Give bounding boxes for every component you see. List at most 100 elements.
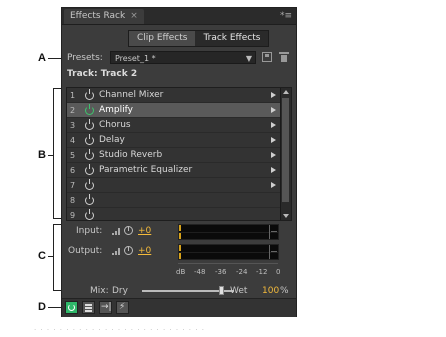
power-icon[interactable] bbox=[85, 119, 94, 130]
rack-slot-number: 4 bbox=[70, 136, 76, 145]
power-icon[interactable] bbox=[85, 104, 94, 115]
meter-divider bbox=[179, 232, 278, 233]
mix-unit: % bbox=[280, 286, 289, 296]
output-clip-indicator[interactable] bbox=[269, 245, 278, 259]
callout-d: D bbox=[38, 301, 46, 313]
track-effects-button[interactable]: Track Effects bbox=[195, 31, 269, 46]
input-gain-value[interactable]: +0 bbox=[138, 226, 151, 236]
power-icon bbox=[68, 304, 75, 311]
panel-menu-icon[interactable]: *≡ bbox=[280, 9, 292, 23]
scroll-thumb[interactable] bbox=[282, 98, 289, 202]
input-clip-indicator[interactable] bbox=[269, 225, 278, 239]
rack-slot-name: Chorus bbox=[99, 120, 131, 130]
callout-a-line bbox=[48, 58, 62, 59]
callout-b: B bbox=[38, 149, 46, 161]
rack-slot[interactable]: 3 Chorus bbox=[67, 118, 281, 133]
rack-slot-name: Parametric Equalizer bbox=[99, 165, 193, 175]
output-gain-value[interactable]: +0 bbox=[138, 246, 151, 256]
power-icon[interactable] bbox=[85, 134, 94, 145]
rack-slot[interactable]: 5 Studio Reverb bbox=[67, 148, 281, 163]
output-gain-knob[interactable] bbox=[124, 246, 133, 255]
chevron-down-icon: ▼ bbox=[245, 54, 252, 63]
rack-slot-number: 3 bbox=[70, 121, 76, 130]
effects-rack-tab[interactable]: Effects Rack × bbox=[64, 9, 144, 24]
rack-slot-name: Amplify bbox=[99, 105, 133, 115]
power-icon[interactable] bbox=[85, 179, 94, 190]
rack-slot-number: 8 bbox=[70, 196, 76, 205]
power-icon[interactable] bbox=[85, 209, 94, 220]
mix-value[interactable]: 100 bbox=[262, 286, 279, 296]
mix-dry-label: Dry bbox=[112, 286, 128, 296]
chevron-right-icon[interactable] bbox=[271, 122, 276, 128]
tab-close-icon[interactable]: × bbox=[130, 11, 138, 21]
callout-c-bracket-bottom bbox=[53, 290, 61, 291]
scale-label: dB bbox=[176, 268, 186, 276]
output-meter-left bbox=[179, 245, 181, 251]
clip-effects-button[interactable]: Clip Effects bbox=[129, 31, 196, 46]
presets-dropdown[interactable]: Preset_1 * ▼ bbox=[110, 51, 256, 64]
tab-title: Effects Rack bbox=[70, 11, 126, 21]
callout-c-bracket-v bbox=[53, 224, 54, 291]
chevron-right-icon[interactable] bbox=[271, 167, 276, 173]
rack-slot-number: 2 bbox=[70, 106, 76, 115]
lightning-icon: ⚡ bbox=[119, 302, 126, 312]
panel-tab-bar: Effects Rack × *≡ bbox=[62, 8, 296, 25]
chevron-right-icon[interactable] bbox=[271, 107, 276, 113]
meter-divider bbox=[179, 252, 278, 253]
power-icon[interactable] bbox=[85, 164, 94, 175]
power-icon[interactable] bbox=[85, 149, 94, 160]
effects-rack-panel: Effects Rack × *≡ Clip Effects Track Effe… bbox=[61, 7, 297, 317]
presets-value: Preset_1 * bbox=[115, 54, 156, 63]
figure-caption-cropped: · · · · · · · · · · · · · · · · · · · · … bbox=[34, 326, 205, 334]
callout-b-bracket-v bbox=[53, 88, 54, 219]
apply-button[interactable]: ⚡ bbox=[116, 301, 129, 314]
input-meter-left bbox=[179, 225, 181, 231]
effects-rack-list: 1 Channel Mixer 2 Amplify 3 Chorus 4 Delay 5 Stud… bbox=[66, 87, 292, 221]
rack-slot[interactable]: 7 bbox=[67, 178, 281, 193]
scroll-up-icon[interactable] bbox=[283, 90, 289, 94]
chevron-right-icon[interactable] bbox=[271, 92, 276, 98]
rack-slot-name: Delay bbox=[99, 135, 125, 145]
track-title: Track: Track 2 bbox=[67, 69, 138, 79]
chevron-right-icon[interactable] bbox=[271, 137, 276, 143]
chevron-right-icon[interactable] bbox=[271, 152, 276, 158]
effects-list-button[interactable] bbox=[82, 301, 95, 314]
rack-slot-number: 5 bbox=[70, 151, 76, 160]
chevron-right-icon[interactable] bbox=[271, 182, 276, 188]
callout-a: A bbox=[38, 52, 46, 64]
rack-power-button[interactable] bbox=[65, 301, 78, 314]
scale-label: -36 bbox=[215, 268, 227, 276]
insert-button[interactable]: →| bbox=[99, 301, 112, 314]
save-preset-icon[interactable] bbox=[262, 52, 272, 62]
input-label: Input: bbox=[76, 226, 103, 236]
rack-slot[interactable]: 8 bbox=[67, 193, 281, 208]
insert-icon: →| bbox=[101, 302, 112, 312]
rack-slot-number: 1 bbox=[70, 91, 76, 100]
power-icon[interactable] bbox=[85, 194, 94, 205]
rack-slot-name: Studio Reverb bbox=[99, 150, 163, 160]
callout-c-bracket-top bbox=[53, 224, 61, 225]
scale-label: -12 bbox=[256, 268, 268, 276]
output-meter-right bbox=[179, 253, 181, 259]
rack-scrollbar[interactable] bbox=[280, 88, 291, 220]
callout-b-bracket-bottom bbox=[53, 218, 61, 219]
input-gain-knob[interactable] bbox=[124, 226, 133, 235]
scale-label: 0 bbox=[276, 268, 281, 276]
rack-slot[interactable]: 1 Channel Mixer bbox=[67, 88, 281, 103]
power-icon[interactable] bbox=[85, 89, 94, 100]
mix-slider-thumb[interactable] bbox=[219, 286, 224, 295]
rack-slot[interactable]: 9 bbox=[67, 208, 281, 220]
rack-slot[interactable]: 2 Amplify bbox=[67, 103, 281, 118]
callout-b-bracket-top bbox=[53, 88, 61, 89]
rack-slot-name: Channel Mixer bbox=[99, 90, 164, 100]
delete-preset-icon[interactable] bbox=[279, 52, 289, 62]
input-meter-right bbox=[179, 233, 181, 239]
list-icon bbox=[85, 304, 92, 306]
mix-label: Mix: bbox=[90, 286, 109, 296]
mix-wet-label: Wet bbox=[230, 286, 248, 296]
scale-label: -24 bbox=[236, 268, 248, 276]
rack-slot[interactable]: 4 Delay bbox=[67, 133, 281, 148]
rack-slot[interactable]: 6 Parametric Equalizer bbox=[67, 163, 281, 178]
input-meter bbox=[178, 224, 279, 240]
scroll-down-icon[interactable] bbox=[283, 214, 289, 218]
